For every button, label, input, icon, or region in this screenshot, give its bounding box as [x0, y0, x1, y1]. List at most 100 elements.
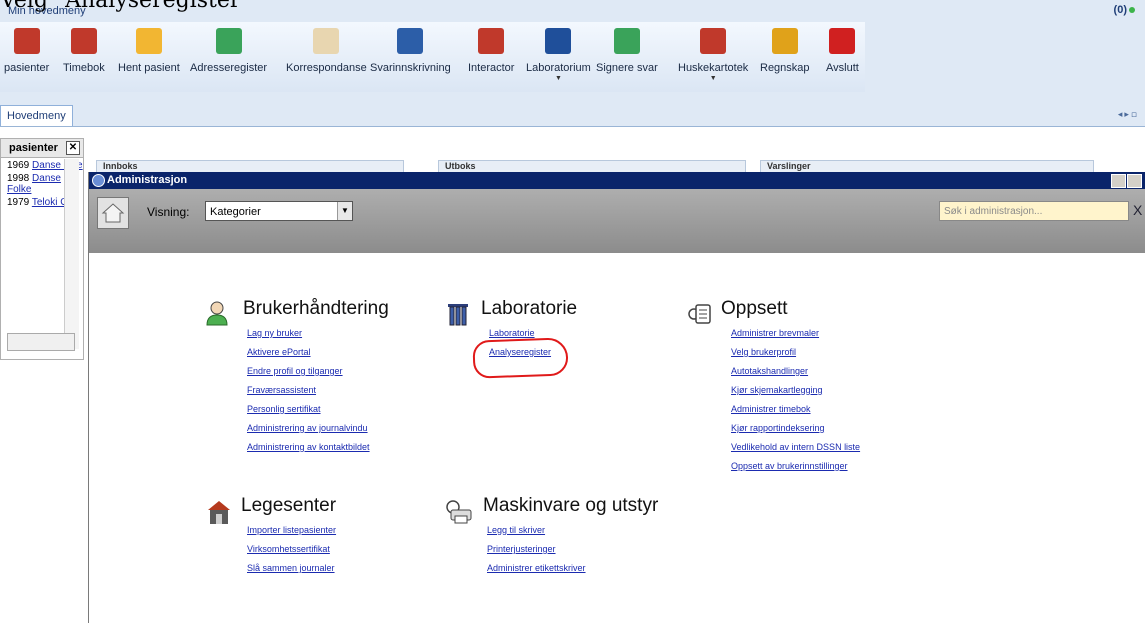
home-button[interactable]: [97, 197, 129, 229]
ribbon-button-korrespondanse[interactable]: Korrespondanse: [286, 22, 367, 92]
visning-label: Visning:: [147, 205, 190, 219]
admin-link-personlig-sertifikat[interactable]: Personlig sertifikat: [247, 404, 389, 414]
category-maskinvare: Maskinvare og utstyr Legg til skriver Pri…: [446, 495, 658, 582]
ribbon-button-label: Hent pasient: [118, 62, 180, 74]
admin-link-administrering-av-kontaktbildet[interactable]: Administrering av kontaktbildet: [247, 442, 389, 452]
admin-link-administrering-av-journalvindu[interactable]: Administrering av journalvindu: [247, 423, 389, 433]
building-icon: [208, 501, 230, 524]
admin-link-lag-ny-bruker[interactable]: Lag ny bruker: [247, 328, 389, 338]
printer-gear-icon: [446, 500, 472, 524]
admin-link-kjør-rapportindeksering[interactable]: Kjør rapportindeksering: [731, 423, 860, 433]
patient-year: 1979: [7, 197, 30, 208]
administration-window: Administrasjon Visning: Kategorier ▼ Søk…: [88, 172, 1145, 623]
admin-link-kjør-skjemakartlegging[interactable]: Kjør skjemakartlegging: [731, 385, 860, 395]
admin-title: Administrasjon: [107, 174, 188, 186]
chevron-down-icon[interactable]: ▼: [526, 75, 591, 82]
test-tubes-icon: [448, 304, 468, 326]
category-oppsett: Oppsett Administrer brevmaler Velg bruker…: [688, 298, 860, 480]
ribbon-button-label: Korrespondanse: [286, 62, 367, 74]
ribbon-button-label: Avslutt: [826, 62, 859, 74]
admin-link-vedlikehold-av-intern-dssn-liste[interactable]: Vedlikehold av intern DSSN liste: [731, 442, 860, 452]
ribbon-button-svarinnskrivning[interactable]: Svarinnskrivning: [370, 22, 451, 92]
link-list: Administrer brevmaler Velg brukerprofil Au…: [731, 328, 860, 471]
patient-list-pane: pasienter ✕ 1969 Danse Line 1998 Danse F…: [0, 138, 84, 360]
main-ribbon: pasienter Timebok Hent pasient Adresseregis…: [0, 22, 866, 93]
interactor-icon: [478, 28, 505, 54]
link-list: Importer listepasienter Virksomhetssertif…: [247, 525, 336, 573]
ribbon-button-laboratorium[interactable]: Laboratorium ▼: [526, 22, 591, 92]
ribbon-button-interactor[interactable]: Interactor: [468, 22, 514, 92]
admin-link-virksomhetssertifikat[interactable]: Virksomhetssertifikat: [247, 544, 336, 554]
chevron-down-icon[interactable]: ▼: [678, 75, 748, 82]
exit-icon: [829, 28, 856, 54]
ribbon-button-adresseregister[interactable]: Adresseregister: [190, 22, 267, 92]
link-list: Lag ny bruker Aktivere ePortal Endre profi…: [247, 328, 389, 452]
ribbon-button-label: Timebok: [63, 62, 105, 74]
ribbon-button-label: Signere svar: [596, 62, 658, 74]
tab-strip: [0, 92, 1145, 127]
category-title: Oppsett: [721, 298, 788, 319]
horizontal-scrollbar[interactable]: [7, 333, 75, 351]
notification-count: (0): [1113, 4, 1127, 16]
ribbon-button-label: Laboratorium: [526, 62, 591, 74]
coins-icon: [771, 28, 798, 54]
minimize-button[interactable]: [1111, 174, 1126, 188]
ribbon-button-hent-pasient[interactable]: Hent pasient: [118, 22, 180, 92]
admin-link-administrer-timebok[interactable]: Administrer timebok: [731, 404, 860, 414]
category-title: Laboratorie: [481, 298, 578, 319]
visning-value: Kategorier: [210, 206, 261, 218]
notification-badge[interactable]: (0): [1114, 4, 1135, 16]
ribbon-button-avslutt[interactable]: Avslutt: [826, 22, 859, 92]
admin-link-fraværsassistent[interactable]: Fraværsassistent: [247, 385, 389, 395]
admin-link-slå-sammen-journaler[interactable]: Slå sammen journaler: [247, 563, 336, 573]
search-clear-button[interactable]: X: [1133, 202, 1142, 218]
maximize-button[interactable]: [1127, 174, 1142, 188]
status-dot-icon: [1129, 7, 1135, 13]
admin-link-endre-profil-og-tilganger[interactable]: Endre profil og tilganger: [247, 366, 389, 376]
patient-pane-title: pasienter: [9, 142, 58, 154]
ribbon-button-pasienter[interactable]: pasienter: [4, 22, 49, 92]
admin-link-aktivere-eportal[interactable]: Aktivere ePortal: [247, 347, 389, 357]
admin-link-oppsett-av-brukerinnstillinger[interactable]: Oppsett av brukerinnstillinger: [731, 461, 860, 471]
settings-list-icon: [688, 304, 711, 324]
ribbon-button-signere-svar[interactable]: Signere svar: [596, 22, 658, 92]
admin-link-velg-brukerprofil[interactable]: Velg brukerprofil: [731, 347, 860, 357]
patient-year: 1998: [7, 173, 30, 184]
instruction-caption: Velg "Analyseregister": [0, 0, 251, 13]
link-list: Legg til skriver Printerjusteringer Admini…: [487, 525, 658, 573]
admin-link-administrer-brevmaler[interactable]: Administrer brevmaler: [731, 328, 860, 338]
lab-entry-icon: [397, 28, 424, 54]
ribbon-button-huskekartotek[interactable]: Huskekartotek ▼: [678, 22, 748, 92]
category-legesenter: Legesenter Importer listepasienter Virkso…: [208, 495, 336, 582]
admin-search-input[interactable]: Søk i administrasjon...: [939, 201, 1129, 221]
admin-link-autotakshandlinger[interactable]: Autotakshandlinger: [731, 366, 860, 376]
patient-year: 1969: [7, 160, 30, 171]
category-title: Brukerhåndtering: [243, 298, 389, 319]
admin-toolbar: Visning: Kategorier ▼ Søk i administrasj…: [89, 189, 1145, 253]
admin-link-laboratorie[interactable]: Laboratorie: [489, 328, 577, 338]
category-brukerhandtering: Brukerhåndtering Lag ny bruker Aktivere e…: [206, 298, 389, 461]
user-icon: [206, 301, 228, 326]
ribbon-button-label: Interactor: [468, 62, 515, 74]
ribbon-button-regnskap[interactable]: Regnskap: [760, 22, 810, 92]
calendar-icon: [13, 28, 40, 54]
vertical-scrollbar[interactable]: [64, 159, 79, 349]
chevron-down-icon: ▼: [337, 202, 352, 220]
admin-link-printerjusteringer[interactable]: Printerjusteringer: [487, 544, 658, 554]
gear-icon: [92, 174, 105, 187]
visning-select[interactable]: Kategorier ▼: [205, 201, 353, 221]
timebook-icon: [70, 28, 97, 54]
tab-hovedmeny[interactable]: Hovedmeny: [0, 105, 73, 126]
ribbon-button-timebok[interactable]: Timebok: [63, 22, 105, 92]
highlight-oval: [472, 337, 569, 379]
ribbon-button-label: pasienter: [4, 62, 50, 74]
admin-link-legg-til-skriver[interactable]: Legg til skriver: [487, 525, 658, 535]
sign-check-icon: [613, 28, 640, 54]
ribbon-background: [865, 22, 1145, 92]
tab-scroll-arrows-icon[interactable]: ◂▸▫: [1118, 110, 1139, 120]
admin-link-administrer-etikettskriver[interactable]: Administrer etikettskriver: [487, 563, 658, 573]
patient-pane-header: pasienter ✕: [1, 139, 83, 158]
admin-link-importer-listepasienter[interactable]: Importer listepasienter: [247, 525, 336, 535]
close-icon[interactable]: ✕: [66, 141, 80, 155]
laboratory-icon: [545, 28, 572, 54]
